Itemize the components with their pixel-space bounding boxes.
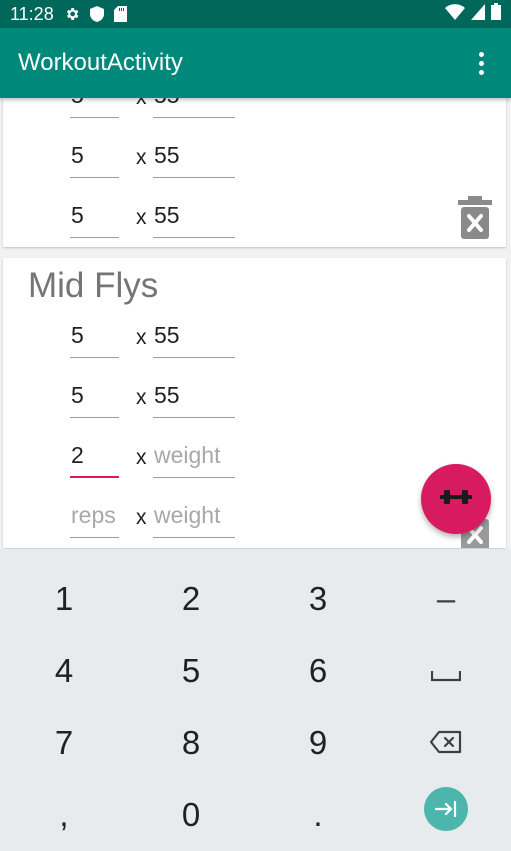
set-row: 5 x 55 — [70, 318, 240, 362]
key-2[interactable]: 2 — [127, 563, 255, 635]
backspace-icon — [429, 724, 463, 762]
weight-input[interactable]: 55 — [153, 198, 235, 238]
key-backspace[interactable] — [382, 707, 510, 779]
battery-icon — [491, 3, 501, 25]
weight-input[interactable]: 55 — [153, 378, 235, 418]
key-4[interactable]: 4 — [0, 635, 128, 707]
key-8[interactable]: 8 — [127, 707, 255, 779]
set-row: 2 x weight — [70, 438, 240, 482]
key-1[interactable]: 1 — [0, 563, 128, 635]
key-7[interactable]: 7 — [0, 707, 128, 779]
key-3[interactable]: 3 — [254, 563, 382, 635]
weight-input[interactable]: weight — [153, 438, 235, 478]
gear-icon — [64, 6, 80, 22]
space-icon — [430, 652, 462, 690]
times-label: x — [136, 98, 147, 110]
times-label: x — [136, 386, 147, 409]
weight-input[interactable]: 55 — [153, 138, 235, 178]
reps-input[interactable]: 5 — [70, 198, 119, 238]
times-label: x — [136, 506, 147, 529]
delete-exercise-icon[interactable] — [458, 196, 492, 240]
key-minus[interactable]: – — [382, 563, 510, 635]
times-label: x — [136, 446, 147, 469]
wifi-icon — [445, 3, 465, 25]
weight-input[interactable]: 55 — [153, 98, 235, 118]
key-next[interactable] — [382, 773, 510, 845]
reps-input[interactable]: 5 — [70, 98, 119, 118]
status-time: 11:28 — [10, 3, 54, 24]
times-label: x — [136, 326, 147, 349]
status-bar: 11:28 — [0, 0, 511, 28]
times-label: x — [136, 146, 147, 169]
set-row: 5 x 55 — [70, 138, 240, 182]
sd-card-icon — [113, 6, 127, 22]
set-row: 5 x 55 — [70, 198, 240, 242]
add-set-button[interactable] — [421, 464, 491, 534]
key-space[interactable] — [382, 635, 510, 707]
app-bar: WorkoutActivity — [0, 28, 511, 98]
more-vert-icon[interactable] — [469, 48, 493, 78]
next-field-icon — [424, 787, 468, 831]
reps-input[interactable]: 5 — [70, 318, 119, 358]
reps-input[interactable]: 5 — [70, 138, 119, 178]
app-title: WorkoutActivity — [18, 49, 183, 76]
key-comma[interactable]: , — [0, 779, 128, 851]
numeric-keyboard: 1 2 3 – 4 5 6 7 8 9 , 0 . — [0, 549, 511, 851]
times-label: x — [136, 206, 147, 229]
reps-input[interactable]: reps — [70, 498, 119, 538]
weight-input[interactable]: weight — [153, 498, 235, 538]
set-row: reps x weight — [70, 498, 240, 542]
set-row: 5 x 55 — [70, 378, 240, 422]
signal-icon — [471, 3, 485, 25]
key-9[interactable]: 9 — [254, 707, 382, 779]
set-row: 5 x 55 — [70, 98, 240, 122]
key-5[interactable]: 5 — [127, 635, 255, 707]
dumbbell-icon — [440, 487, 472, 511]
reps-input[interactable]: 5 — [70, 378, 119, 418]
key-0[interactable]: 0 — [127, 779, 255, 851]
exercise-title: Mid Flys — [28, 266, 159, 305]
key-period[interactable]: . — [254, 779, 382, 851]
exercise-card: 5 x 55 5 x 55 5 x 55 — [3, 98, 506, 247]
shield-icon — [89, 6, 104, 22]
key-6[interactable]: 6 — [254, 635, 382, 707]
reps-input-focused[interactable]: 2 — [70, 438, 119, 478]
weight-input[interactable]: 55 — [153, 318, 235, 358]
